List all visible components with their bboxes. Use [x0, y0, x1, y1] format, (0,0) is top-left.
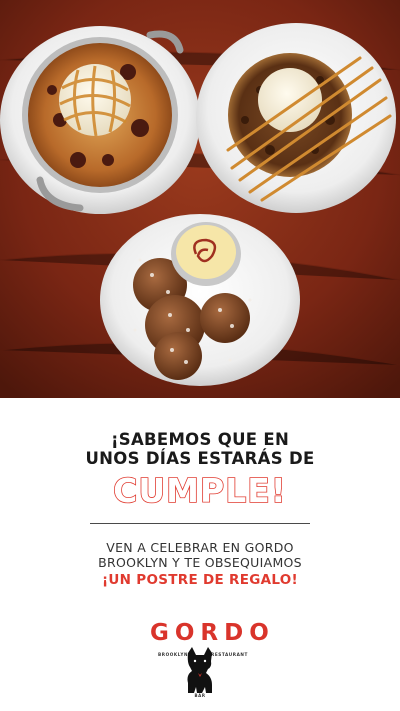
gift-text: ¡UN POSTRE DE REGALO!: [101, 572, 299, 588]
dessert-photo: [0, 0, 400, 398]
divider: [90, 523, 310, 524]
tart-dessert: [196, 23, 396, 213]
gordo-logo: GORDO BROOKLYN RESTAURANT BAR: [150, 620, 275, 700]
promo-body: VEN A CELEBRAR EN GORDO BROOKLYN Y TE OB…: [0, 540, 400, 570]
fritters-dessert: [100, 214, 300, 386]
bulldog-icon: [187, 647, 212, 693]
highlight-title: CUMPLE!: [0, 470, 400, 511]
headline: ¡SABEMOS QUE EN UNOS DÍAS ESTARÁS DE: [0, 430, 400, 468]
skillet-dessert: [0, 26, 200, 214]
promo-line1: VEN A CELEBRAR EN GORDO: [106, 540, 294, 555]
promo-section: ¡SABEMOS QUE EN UNOS DÍAS ESTARÁS DE CUM…: [0, 398, 400, 711]
headline-line1: ¡SABEMOS QUE EN: [110, 430, 290, 449]
cumple-text: CUMPLE!: [112, 470, 287, 511]
logo-bottom-tag: BAR: [194, 693, 206, 698]
logo-word: GORDO: [150, 620, 275, 646]
promo-line2: BROOKLYN Y TE OBSEQUIAMOS: [98, 555, 302, 570]
headline-line2: UNOS DÍAS ESTARÁS DE: [85, 449, 315, 468]
